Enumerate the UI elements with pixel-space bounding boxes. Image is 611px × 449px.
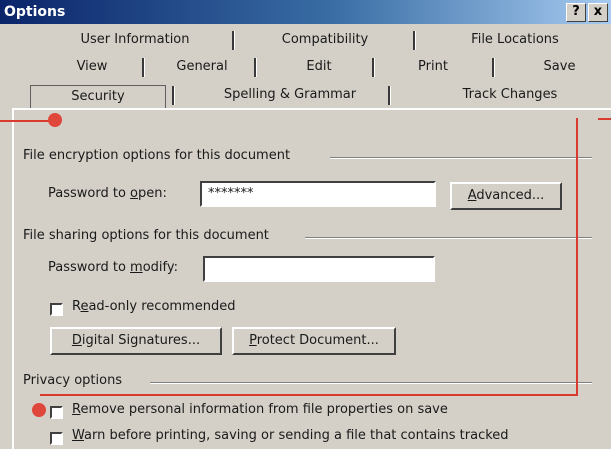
advanced-button[interactable]: Advanced... (450, 182, 562, 210)
remove-personal-info-label: Remove personal information from file pr… (72, 402, 448, 417)
group-divider (150, 382, 592, 384)
protect-document-button[interactable]: Protect Document... (232, 327, 396, 355)
tab-separator (492, 58, 495, 77)
tab-separator (388, 86, 391, 105)
encryption-group-label: File encryption options for this documen… (23, 148, 295, 163)
remove-personal-info-checkbox[interactable] (50, 406, 63, 419)
callout-line (0, 120, 52, 122)
callout-dot (32, 403, 46, 417)
callout-line (598, 118, 611, 120)
readonly-checkbox[interactable] (50, 303, 63, 316)
group-divider (305, 237, 592, 239)
tab-track-changes[interactable]: Track Changes (420, 84, 600, 106)
privacy-group-label: Privacy options (23, 373, 127, 388)
tab-separator (172, 86, 175, 105)
tab-row-2: View General Edit Print Save (0, 56, 611, 80)
warn-tracked-checkbox[interactable] (50, 432, 63, 445)
title-bar: Options ? x (0, 0, 611, 24)
callout-dot (48, 113, 62, 127)
close-button[interactable]: x (588, 3, 608, 22)
tab-separator (413, 31, 416, 50)
digital-signatures-button[interactable]: Digital Signatures... (50, 327, 222, 355)
tab-save[interactable]: Save (512, 56, 607, 78)
tab-print[interactable]: Print (383, 56, 483, 78)
sharing-group-label: File sharing options for this document (23, 228, 273, 243)
options-dialog: Options ? x User Information Compatibili… (0, 0, 611, 449)
tab-compatibility[interactable]: Compatibility (250, 29, 400, 51)
tab-user-information[interactable]: User Information (50, 29, 220, 51)
tab-security[interactable]: Security (30, 85, 166, 108)
warn-tracked-label: Warn before printing, saving or sending … (72, 428, 509, 443)
tab-separator (232, 31, 235, 50)
tab-separator (254, 58, 257, 77)
tab-row-3: Security Spelling & Grammar Track Change… (0, 84, 611, 110)
tab-edit[interactable]: Edit (264, 56, 374, 78)
password-open-label: Password to open: (48, 186, 167, 201)
tab-view[interactable]: View (52, 56, 132, 78)
tab-file-locations[interactable]: File Locations (440, 29, 590, 51)
password-modify-field[interactable] (203, 256, 435, 282)
callout-line (576, 118, 578, 396)
help-button[interactable]: ? (566, 3, 586, 22)
tab-spelling-grammar[interactable]: Spelling & Grammar (200, 84, 380, 106)
window-title: Options (4, 4, 66, 20)
tab-separator (142, 58, 145, 77)
tab-general[interactable]: General (152, 56, 252, 78)
group-divider (330, 157, 592, 159)
tab-separator (372, 58, 375, 77)
password-open-field[interactable]: ******* (200, 181, 436, 207)
callout-line (40, 394, 578, 396)
tab-security-label: Security (71, 89, 125, 104)
readonly-label: Read-only recommended (72, 299, 236, 314)
tab-row-1: User Information Compatibility File Loca… (0, 29, 611, 53)
password-modify-label: Password to modify: (48, 260, 179, 275)
